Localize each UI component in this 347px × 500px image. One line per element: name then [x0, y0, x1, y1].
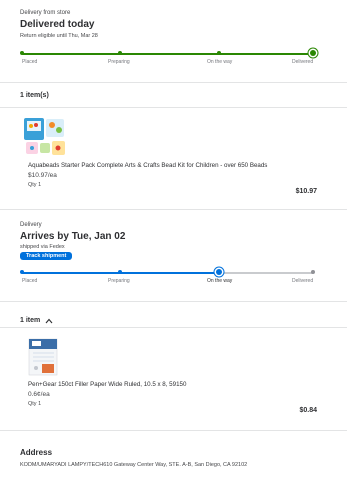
divider: [0, 327, 347, 328]
items-count: 1 item: [20, 316, 41, 324]
carrier-info: shipped via Fedex: [20, 244, 65, 250]
product-name-link[interactable]: Aquabeads Starter Pack Complete Arts & C…: [28, 162, 328, 169]
product-quantity: Qty 1: [28, 401, 42, 407]
order-status-title: Delivered today: [20, 19, 95, 30]
divider: [0, 430, 347, 431]
progress-step-dot: [118, 51, 122, 55]
progress-step-label: Delivered: [292, 59, 314, 65]
filler-paper-image: [28, 338, 58, 376]
address-line: KODM/UMARYADI LAMPY/TECH610 Gateway Cent…: [20, 462, 248, 468]
craft-kit-image: [24, 118, 65, 155]
product-name-link[interactable]: Pen+Gear 150ct Filler Paper Wide Ruled, …: [28, 381, 328, 388]
divider: [0, 209, 347, 210]
progress-step-dot: [311, 270, 315, 274]
progress-track: [22, 53, 313, 55]
progress-step-label: Preparing: [108, 59, 130, 65]
product-unit-price: $10.97/ea: [28, 172, 57, 179]
progress-step-label: Preparing: [108, 278, 130, 284]
address-heading: Address: [20, 448, 53, 457]
progress-step-label: Placed: [22, 278, 38, 284]
progress-step-dot: [20, 51, 24, 55]
progress-step-dot: [217, 51, 221, 55]
delivery-type-label: Delivery: [20, 222, 42, 228]
product-image-filler-paper[interactable]: [28, 338, 58, 376]
product-unit-price: 0.6¢/ea: [28, 391, 50, 398]
divider: [0, 107, 347, 108]
product-quantity: Qty 1: [28, 182, 42, 188]
progress-track-remaining: [219, 272, 313, 274]
items-count: 1 item(s): [20, 92, 49, 99]
return-eligibility: Return eligible until Thu, Mar 28: [20, 33, 98, 39]
progress-step-dot: [20, 270, 24, 274]
progress-step-label: On the way: [207, 59, 233, 65]
product-total-price: $0.84: [299, 407, 317, 414]
product-image-aquabeads[interactable]: [22, 116, 68, 158]
progress-step-dot-current: [310, 50, 316, 56]
product-total-price: $10.97: [295, 188, 317, 195]
progress-step-label: Delivered: [292, 278, 314, 284]
track-shipment-button[interactable]: Track shipment: [20, 252, 73, 260]
delivery-type-label: Delivery from store: [20, 10, 71, 16]
progress-step-dot: [118, 270, 122, 274]
order-status-title: Arrives by Tue, Jan 02: [20, 231, 126, 242]
progress-step-label: Placed: [22, 59, 38, 65]
progress-step-dot-current: [216, 269, 222, 275]
divider: [0, 301, 347, 302]
progress-step-label: On the way: [207, 278, 233, 284]
divider: [0, 82, 347, 83]
